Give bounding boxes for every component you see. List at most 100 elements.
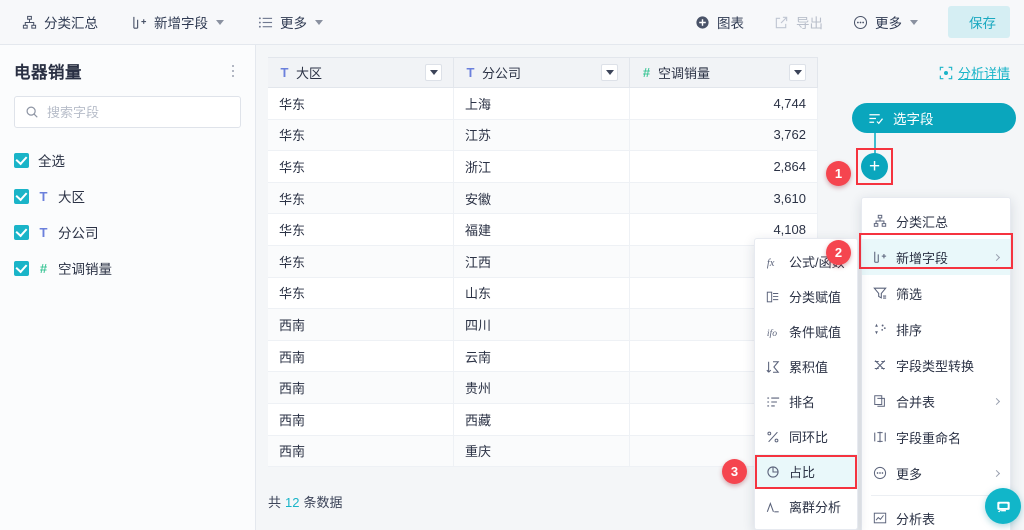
menu-item-7[interactable]: 更多 — [862, 455, 1010, 491]
category-assign-icon — [766, 290, 780, 304]
step-badge-2: 2 — [826, 240, 851, 265]
menu-item-2[interactable]: 筛选 — [862, 275, 1010, 311]
table-row[interactable]: 华东 江西 — [268, 245, 818, 278]
search-input[interactable] — [47, 104, 230, 120]
cell-sales: 2,864 — [630, 151, 818, 182]
footer-suffix: 条数据 — [303, 495, 343, 510]
merge-table-icon — [873, 394, 887, 408]
cell-region: 华东 — [268, 182, 454, 214]
analysis-detail-label: 分析详情 — [957, 66, 1010, 81]
table-row[interactable]: 华东 浙江 2,864 — [268, 151, 818, 183]
outlier-icon — [766, 500, 780, 514]
chat-support-icon — [994, 497, 1013, 516]
cell-region: 西南 — [268, 372, 454, 403]
column-header-label: 空调销量 — [658, 66, 711, 81]
chevron-down-icon — [315, 19, 323, 25]
step-badge-3: 3 — [722, 459, 747, 484]
table-row[interactable]: 西南 云南 — [268, 340, 818, 373]
checkbox-checked-icon[interactable] — [14, 260, 29, 276]
menu-item-3[interactable]: 累积值 — [755, 349, 857, 384]
toolbar-export-button[interactable]: 导出 — [774, 7, 823, 37]
column-header-sales[interactable]: # 空调销量 — [630, 58, 818, 87]
scan-detail-icon — [939, 66, 953, 80]
toolbar-more-button[interactable]: 更多 — [258, 7, 323, 37]
field-label: 空调销量 — [58, 262, 112, 277]
toolbar-chart-button[interactable]: 图表 — [695, 7, 744, 37]
select-field-node-label: 选字段 — [893, 112, 934, 127]
menu-item-4[interactable]: 排名 — [755, 384, 857, 419]
toolbar-group-summary-button[interactable]: 分类汇总 — [22, 7, 98, 37]
menu-item-5[interactable]: 合并表 — [862, 383, 1010, 419]
menu-item-6[interactable]: 占比 — [755, 454, 857, 489]
ellipsis-circle-icon — [873, 466, 887, 480]
menu-item-label: 更多 — [896, 466, 923, 482]
column-header-label: 分公司 — [482, 66, 522, 81]
table-row[interactable]: 华东 上海 4,744 — [268, 88, 818, 120]
app-root: 分类汇总 新增字段 更多 图表 导出 更多 保存 电器销量 搜索字段 全选 T … — [0, 0, 1024, 530]
filter-icon — [873, 286, 887, 300]
select-field-node[interactable]: 选字段 — [852, 103, 1016, 133]
field-item-region[interactable]: T 大区 — [14, 178, 241, 214]
text-field-type-icon: T — [466, 65, 475, 80]
text-field-type-icon: T — [39, 224, 48, 240]
search-field-container[interactable] — [14, 96, 241, 128]
field-item-select-all[interactable]: 全选 — [14, 142, 241, 178]
add-field-icon — [132, 15, 147, 30]
field-label: 大区 — [58, 190, 85, 205]
menu-item-1[interactable]: 新增字段 — [862, 239, 1010, 275]
table-row[interactable]: 华东 安徽 3,610 — [268, 182, 818, 215]
menu-item-label: 排序 — [896, 322, 923, 338]
toolbar-add-field-button[interactable]: 新增字段 — [132, 7, 224, 37]
save-button[interactable]: 保存 — [948, 6, 1010, 42]
column-dropdown-button[interactable] — [789, 64, 806, 81]
toolbar-more-right-button[interactable]: 更多 — [853, 7, 918, 37]
table-row[interactable]: 西南 贵州 — [268, 372, 818, 404]
cell-branch: 江西 — [454, 245, 630, 277]
column-header-branch[interactable]: T 分公司 — [454, 58, 630, 87]
menu-item-3[interactable]: 排序 — [862, 311, 1010, 347]
add-field-icon — [873, 250, 887, 264]
cell-branch: 浙江 — [454, 151, 630, 182]
cell-branch: 贵州 — [454, 372, 630, 403]
context-menu-main: 分类汇总 新增字段 筛选 排序 字段类型转换 合并表 字段重命名 更多 分析表 — [861, 197, 1011, 530]
table-area: T 大区 T 分公司 # 空调销量 华东 上海 4,744 华东 江苏 3,762 华东 浙江… — [256, 45, 840, 530]
field-item-sales[interactable]: # 空调销量 — [14, 250, 241, 286]
table-row[interactable]: 华东 福建 4,108 — [268, 214, 818, 246]
table-row[interactable]: 华东 江苏 3,762 — [268, 119, 818, 152]
menu-item-label: 分类汇总 — [896, 214, 949, 230]
menu-item-4[interactable]: 字段类型转换 — [862, 347, 1010, 383]
toolbar-item-label: 图表 — [717, 16, 744, 31]
menu-item-label: 占比 — [789, 465, 816, 480]
menu-item-2[interactable]: ifo 条件赋值 — [755, 314, 857, 349]
column-dropdown-button[interactable] — [601, 64, 618, 81]
text-field-type-icon: T — [39, 188, 48, 204]
table-row[interactable]: 西南 西藏 — [268, 403, 818, 436]
checkbox-checked-icon[interactable] — [14, 152, 29, 168]
column-header-region[interactable]: T 大区 — [268, 58, 454, 87]
menu-item-5[interactable]: 同环比 — [755, 419, 857, 454]
menu-item-1[interactable]: 分类赋值 — [755, 279, 857, 314]
checkbox-checked-icon[interactable] — [14, 224, 29, 240]
footer-row-count: 12 — [285, 495, 300, 510]
vertical-dots-icon[interactable] — [225, 63, 241, 79]
menu-item-label: 筛选 — [896, 286, 923, 302]
cell-region: 西南 — [268, 340, 454, 372]
analysis-detail-link[interactable]: 分析详情 — [939, 63, 1010, 82]
step-badge-1: 1 — [826, 161, 851, 186]
field-panel-header: 电器销量 — [14, 59, 241, 83]
chat-support-button[interactable] — [985, 488, 1021, 524]
menu-item-0[interactable]: 分类汇总 — [862, 203, 1010, 239]
toolbar-item-label: 更多 — [280, 16, 307, 31]
type-convert-icon — [873, 358, 887, 372]
top-toolbar: 分类汇总 新增字段 更多 图表 导出 更多 保存 — [0, 0, 1024, 45]
menu-item-7[interactable]: 离群分析 — [755, 489, 857, 524]
table-row[interactable]: 西南 四川 — [268, 309, 818, 341]
table-row[interactable]: 华东 山东 — [268, 277, 818, 310]
chevron-right-icon — [992, 397, 1001, 405]
field-item-branch[interactable]: T 分公司 — [14, 214, 241, 250]
checkbox-checked-icon[interactable] — [14, 188, 29, 204]
column-header-label: 大区 — [296, 66, 323, 81]
menu-item-6[interactable]: 字段重命名 — [862, 419, 1010, 455]
column-dropdown-button[interactable] — [425, 64, 442, 81]
table-footer: 共 12 条数据 — [268, 492, 343, 511]
